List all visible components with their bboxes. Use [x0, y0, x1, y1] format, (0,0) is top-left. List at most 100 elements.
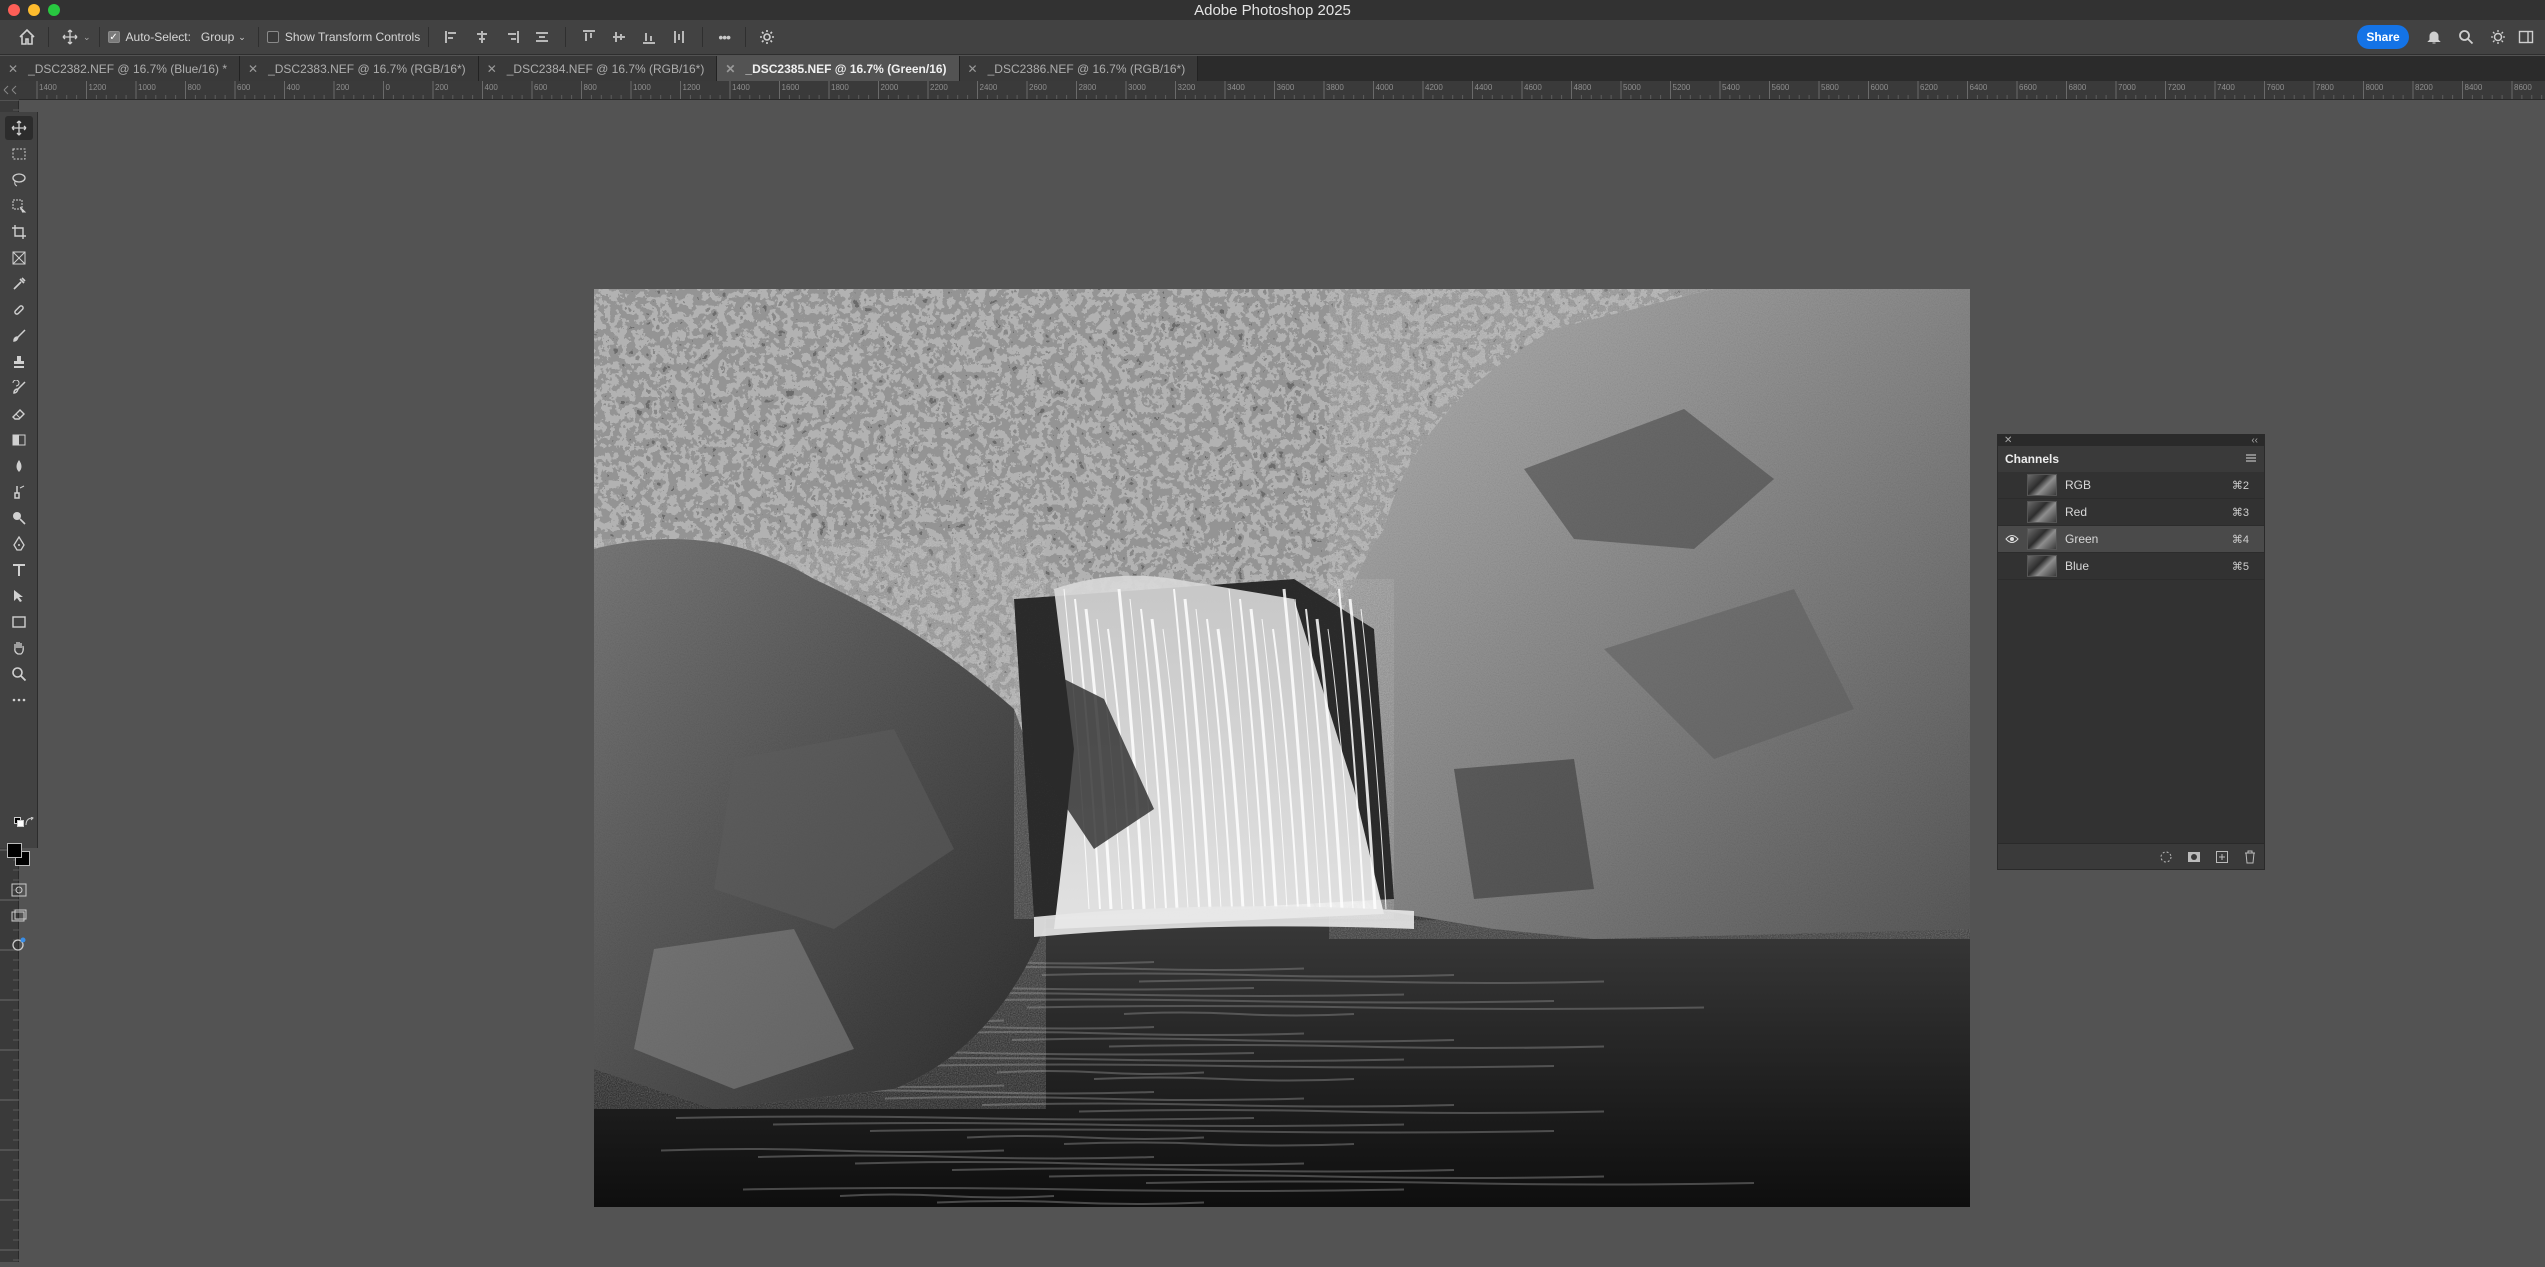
move-tool-icon[interactable]	[5, 116, 33, 140]
ruler-label: 800	[584, 83, 598, 92]
load-channel-selection-icon[interactable]	[2158, 849, 2174, 865]
smudge-icon[interactable]	[5, 480, 33, 504]
hand-icon[interactable]	[5, 636, 33, 660]
notifications-bell-icon[interactable]	[2424, 27, 2444, 47]
quick-mask-icon[interactable]	[5, 878, 33, 902]
panel-topbar: ✕ ‹‹	[1998, 435, 2264, 446]
close-tab-icon[interactable]: ✕	[725, 62, 735, 76]
channel-row-rgb[interactable]: RGB ⌘2	[1998, 472, 2264, 499]
channel-row-red[interactable]: Red ⌘3	[1998, 499, 2264, 526]
home-icon	[19, 28, 35, 45]
eraser-icon[interactable]	[5, 402, 33, 426]
visibility-eye-icon[interactable]	[2005, 559, 2019, 573]
search-icon[interactable]	[2456, 27, 2476, 47]
align-bottom-icon[interactable]	[640, 28, 658, 46]
distribute-vertical-icon[interactable]	[670, 28, 688, 46]
frame-icon[interactable]	[5, 246, 33, 270]
visibility-eye-icon[interactable]	[2005, 532, 2019, 546]
show-transform-checkbox[interactable]	[266, 31, 279, 43]
ruler-label: 6800	[2069, 83, 2087, 92]
ruler-label: 5400	[1722, 83, 1740, 92]
ruler-label: 200	[435, 83, 449, 92]
collapse-panel-icon[interactable]: ‹‹	[2251, 435, 2258, 446]
ruler-label: 800	[188, 83, 202, 92]
history-brush-icon[interactable]	[5, 376, 33, 400]
ruler-label: 3600	[1277, 83, 1295, 92]
settings-gear-icon[interactable]	[754, 24, 780, 50]
healing-brush-icon[interactable]	[5, 298, 33, 322]
channel-name: Red	[2065, 505, 2088, 519]
rectangle-icon[interactable]	[5, 610, 33, 634]
panel-menu-icon[interactable]	[2245, 450, 2257, 468]
swap-colors-icon[interactable]	[16, 810, 44, 834]
more-tools-icon[interactable]	[5, 688, 33, 712]
pen-icon[interactable]	[5, 532, 33, 556]
tool-preset-picker[interactable]: ⌄	[57, 20, 91, 55]
document-tab[interactable]: ✕ _DSC2382.NEF @ 16.7% (Blue/16) *	[0, 56, 241, 81]
more-options-button[interactable]: •••	[711, 24, 737, 50]
channel-row-blue[interactable]: Blue ⌘5	[1998, 553, 2264, 580]
ruler-label: 7000	[2118, 83, 2136, 92]
ruler-label: 2000	[881, 83, 899, 92]
ruler-label: 6200	[1920, 83, 1938, 92]
ruler-corner[interactable]	[0, 81, 19, 100]
path-selection-icon[interactable]	[5, 584, 33, 608]
align-center-icon[interactable]	[473, 28, 491, 46]
ruler-label: 2400	[980, 83, 998, 92]
clone-stamp-icon[interactable]	[5, 350, 33, 374]
align-left-icon[interactable]	[443, 28, 461, 46]
screen-mode-icon[interactable]	[5, 904, 33, 928]
new-channel-icon[interactable]	[2214, 849, 2230, 865]
document-tab-active[interactable]: ✕ _DSC2385.NEF @ 16.7% (Green/16)	[717, 56, 960, 81]
window-minimize-button[interactable]	[28, 4, 40, 16]
horizontal-ruler[interactable]: 1400 1200 1000 800 600 400 200 0 200 400 600 800 100…	[19, 81, 2545, 100]
ruler-label: 5200	[1673, 83, 1691, 92]
home-button[interactable]	[14, 24, 40, 50]
align-top-icon[interactable]	[580, 28, 598, 46]
visibility-eye-icon[interactable]	[2005, 505, 2019, 519]
distribute-icon[interactable]	[533, 28, 551, 46]
brush-icon[interactable]	[5, 324, 33, 348]
document-tab[interactable]: ✕ _DSC2383.NEF @ 16.7% (RGB/16*)	[240, 56, 479, 81]
close-panel-icon[interactable]: ✕	[2004, 435, 2012, 446]
close-tab-icon[interactable]: ✕	[968, 62, 978, 76]
align-right-icon[interactable]	[503, 28, 521, 46]
gradient-icon[interactable]	[5, 428, 33, 452]
type-icon[interactable]	[5, 558, 33, 582]
discover-lightbulb-icon[interactable]	[2488, 27, 2508, 47]
crop-icon[interactable]	[5, 220, 33, 244]
close-tab-icon[interactable]: ✕	[248, 62, 258, 76]
document-tab[interactable]: ✕ _DSC2386.NEF @ 16.7% (RGB/16*)	[959, 56, 1199, 81]
channel-row-green[interactable]: Green ⌘4	[1998, 526, 2264, 553]
auto-select-checkbox[interactable]: ✓	[107, 31, 120, 43]
visibility-eye-icon[interactable]	[2005, 478, 2019, 492]
generative-edit-icon[interactable]	[5, 932, 33, 956]
blur-icon[interactable]	[5, 454, 33, 478]
dodge-icon[interactable]	[5, 506, 33, 530]
align-middle-icon[interactable]	[610, 28, 628, 46]
lasso-icon[interactable]	[5, 168, 33, 192]
ruler-label: 3200	[1178, 83, 1196, 92]
document-canvas-image[interactable]	[594, 289, 1970, 1207]
tab-label: _DSC2384.NEF @ 16.7% (RGB/16*)	[506, 61, 705, 76]
panel-tab-channels[interactable]: Channels	[2005, 452, 2059, 466]
foreground-color-swatch[interactable]	[7, 843, 22, 858]
app-title: Adobe Photoshop 2025	[1194, 1, 1351, 19]
window-close-button[interactable]	[8, 4, 20, 16]
close-tab-icon[interactable]: ✕	[487, 62, 497, 76]
window-maximize-button[interactable]	[48, 4, 60, 16]
eyedropper-icon[interactable]	[5, 272, 33, 296]
rectangular-marquee-icon[interactable]	[5, 142, 33, 166]
ruler-label: 1000	[138, 83, 156, 92]
zoom-icon[interactable]	[5, 662, 33, 686]
ruler-label: 400	[485, 83, 499, 92]
document-tab[interactable]: ✕ _DSC2384.NEF @ 16.7% (RGB/16*)	[478, 56, 718, 81]
save-selection-as-channel-icon[interactable]	[2186, 849, 2202, 865]
auto-select-dropdown[interactable]: Group ⌄	[197, 28, 250, 46]
workspace-layout-icon[interactable]	[2516, 27, 2536, 47]
share-button[interactable]: Share	[2357, 25, 2409, 49]
close-tab-icon[interactable]: ✕	[8, 62, 18, 76]
delete-channel-trash-icon[interactable]	[2242, 849, 2258, 865]
panel-header: Channels	[1998, 446, 2264, 472]
object-selection-icon[interactable]	[5, 194, 33, 218]
